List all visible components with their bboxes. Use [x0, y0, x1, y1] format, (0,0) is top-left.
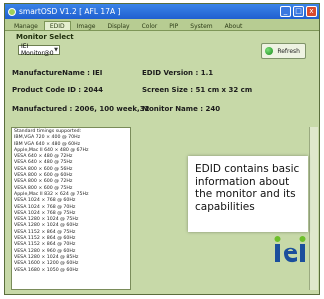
refresh-icon: [265, 47, 274, 55]
title-bar: smartOSD V1.2 [ AFL 17A ] _ □ x: [5, 4, 319, 19]
tab-bar: Manage EDID Image Display Color PIP Syst…: [5, 19, 319, 31]
tab-pip[interactable]: PIP: [163, 21, 184, 30]
manufactured-date: Manufactured : 2006, 100 week,32: [12, 105, 150, 113]
tab-image[interactable]: Image: [71, 21, 102, 30]
monitor-select-label: Monitor Select: [16, 33, 74, 41]
tab-display[interactable]: Display: [101, 21, 135, 30]
tab-manage[interactable]: Manage: [8, 21, 44, 30]
app-icon: [8, 7, 16, 16]
tab-system[interactable]: System: [184, 21, 218, 30]
monitor-name: Monitor Name : 240: [142, 105, 221, 113]
monitor-select-value: IEI Monitor@0: [21, 43, 54, 57]
edid-panel: Monitor Select IEI Monitor@0 ▼ Refresh M…: [5, 31, 319, 129]
monitor-select-dropdown[interactable]: IEI Monitor@0 ▼: [18, 43, 60, 57]
maximize-button[interactable]: □: [293, 6, 304, 17]
window-title: smartOSD V1.2 [ AFL 17A ]: [19, 7, 121, 16]
screen-size: Screen Size : 51 cm x 32 cm: [142, 86, 253, 94]
timing-item: VESA 1680 × 1050 @ 60Hz: [14, 267, 79, 273]
product-code: Product Code ID : 2044: [12, 86, 104, 94]
manufacture-name: ManufactureName : IEI: [12, 69, 103, 77]
minimize-button[interactable]: _: [280, 6, 291, 17]
chevron-down-icon: ▼: [54, 47, 58, 53]
close-button[interactable]: x: [306, 6, 317, 17]
scrollbar[interactable]: [309, 127, 318, 290]
edid-version: EDID Version : 1.1: [142, 69, 214, 77]
refresh-label: Refresh: [277, 47, 300, 55]
refresh-button[interactable]: Refresh: [261, 43, 306, 59]
monitor-select-row: IEI Monitor@0 ▼ Refresh: [10, 43, 314, 59]
tab-edid[interactable]: EDID: [43, 21, 71, 30]
iei-logo: [272, 232, 308, 268]
tab-about[interactable]: About: [219, 21, 249, 30]
iei-logo-mark: [274, 236, 306, 263]
tab-color[interactable]: Color: [136, 21, 164, 30]
callout-box: EDID contains basic information about th…: [188, 156, 308, 232]
timings-list[interactable]: Standard timings supported: IBM,VGA 720 ×…: [11, 127, 131, 290]
edid-info: ManufactureName : IEI EDID Version : 1.1…: [10, 65, 314, 127]
callout-text: EDID contains basic information about th…: [195, 163, 300, 213]
